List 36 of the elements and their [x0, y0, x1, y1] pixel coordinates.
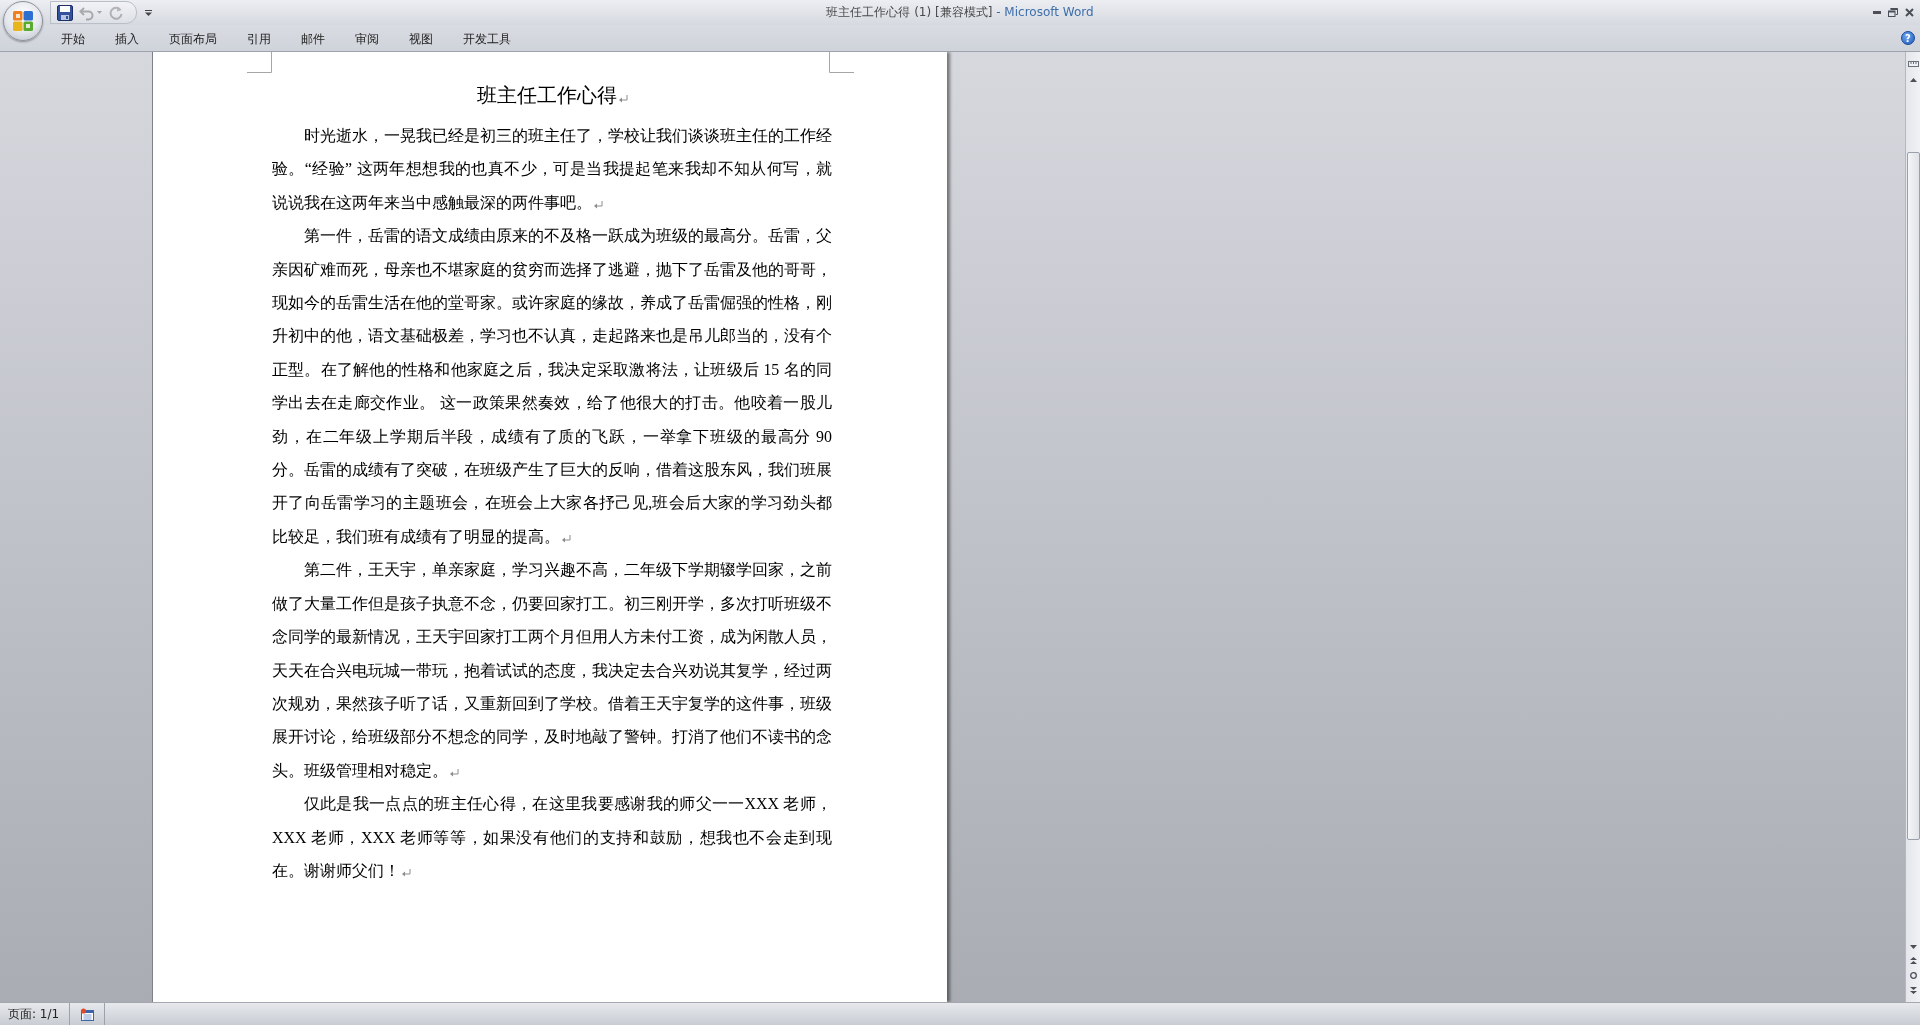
app-menu-button[interactable] [3, 1, 43, 41]
document-title: 班主任工作心得 [476, 84, 617, 106]
previous-page-icon[interactable] [1909, 957, 1917, 964]
vertical-scrollbar[interactable] [1905, 52, 1920, 1002]
browse-object-icon[interactable] [1909, 972, 1917, 979]
page-indicator[interactable]: 页面: 1/1 [0, 1003, 70, 1025]
paragraph-text: 时光逝水，一晃我已经是初三的班主任了，学校让我们谈谈班主任的工作经验。“经验” 这两年想想我的也真不少，可是当我提起笔来我却不知从何写，就说说我在这两年来当中感触最深的两件事吧。 [272, 127, 832, 211]
ribbon-tab[interactable]: 邮件 [286, 27, 340, 49]
paragraph-text: 第一件，岳雷的语文成绩由原来的不及格一跃成为班级的最高分。岳雷，父亲因矿难而死，母亲也不堪家庭的贫穷而选择了逃避，抛下了岳雷及他的哥哥，现如今的岳雷生活在他的堂哥家。或许家庭的缘故，养成了岳雷倔强的性格，刚升初中的他，语文基础极差，学习也不认真，走起路来也是吊儿郎当的，没有个正型。在了解他的性格和他家庭之后，我决定采取激将法，让班级后 15 名的同学出去在走廊交作业。 这一政策果然奏效，给了他很大的打击。他咬着一股儿劲，在二年级上学期后半段，成绩有了质的飞跃，一举拿下班级的最高分 90 分。岳雷的成绩有了突破，在班级产生了巨大的反响，借着这股东风，我们班展开了向岳雷学习的主题班会，在班会上大家各抒己见,班会后大家的学习劲头都比较足，我们班有成绩有了明显的提高。 [272, 227, 832, 545]
paragraph-text: 第二件，王天宇，单亲家庭，学习兴趣不高，二年级下学期辍学回家，之前做了大量工作但是孩子执意不念，仍要回家打工。初三刚开学，多次打听班级不念同学的最新情况，王天宇回家打工两个月但用人方未付工资，成为闲散人员，天天在合兴电玩城一带玩，抱着试试的态度，我决定去合兴劝说其复学，经过两次规劝，果然孩子听了话，又重新回到了学校。借着王天宇复学的这件事，班级展开讨论，给班级部分不想念的同学，及时地敲了警钟。打消了他们不读书的念头。班级管理相对稳定。 [272, 561, 832, 779]
restore-button[interactable] [1888, 5, 1898, 20]
ribbon-tab[interactable]: 开始 [46, 27, 100, 49]
sheet-icon [80, 1007, 95, 1021]
save-button[interactable] [57, 3, 73, 22]
ribbon-tab[interactable]: 页面布局 [154, 27, 232, 49]
scroll-up-arrow-icon[interactable] [1909, 78, 1917, 82]
caret-icon [97, 11, 102, 14]
close-icon [1905, 8, 1914, 17]
circular-arrow-icon [108, 4, 124, 21]
squares-logo-icon [12, 10, 34, 32]
ribbon-tab[interactable]: 审阅 [340, 27, 394, 49]
app-name: - Microsoft Word [996, 5, 1094, 19]
ribbon-tab[interactable]: 引用 [232, 27, 286, 49]
scrollbar-thumb[interactable] [1906, 152, 1920, 840]
scroll-down-arrow-icon[interactable] [1909, 945, 1917, 949]
ribbon-tab[interactable]: 开发工具 [448, 27, 526, 49]
ribbon-tab[interactable]: 视图 [394, 27, 448, 49]
caret-icon [145, 9, 152, 16]
paragraph-text: 仅此是我一点点的班主任心得，在这里我要感谢我的师父一一XXX 老师，XXX 老师，XXX 老师等等，如果没有他们的支持和鼓励，想我也不会走到现在。谢谢师父们！ [272, 795, 832, 879]
minimize-icon [1873, 11, 1881, 14]
next-page-icon[interactable] [1909, 987, 1917, 994]
ruler-toggle-icon[interactable] [1907, 61, 1919, 67]
undo-arrow-icon [79, 4, 95, 21]
restore-icon [1888, 8, 1898, 17]
window-title: 班主任工作心得 (1) [兼容模式] [826, 5, 993, 19]
ribbon-tab[interactable]: 插入 [100, 27, 154, 49]
